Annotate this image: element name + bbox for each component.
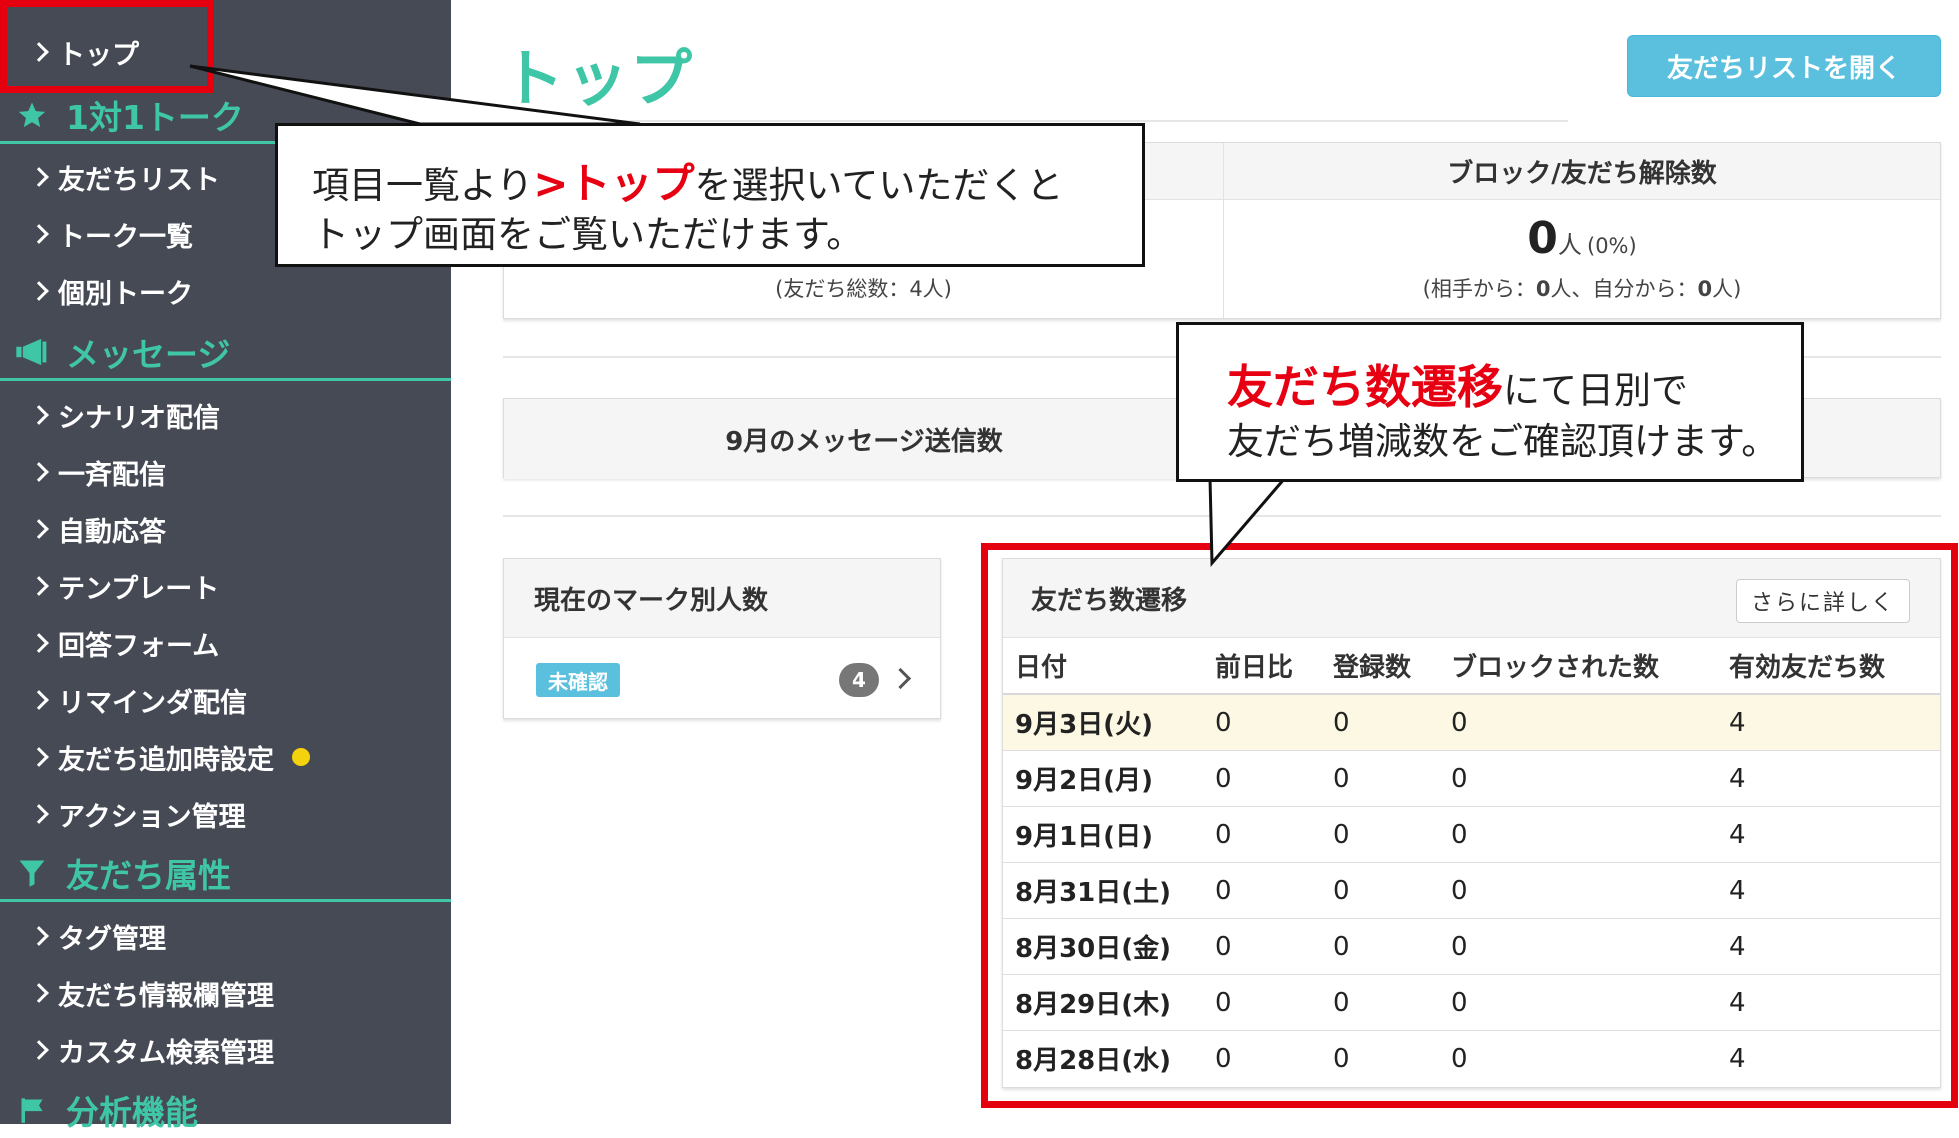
callout-text: 項目一覧より bbox=[312, 164, 534, 207]
callout-top-line2: トップ画面をご覧いただけます。 bbox=[312, 213, 864, 256]
callout-transition: 友だち数遷移にて日別で 友だち増減数をご確認頂けます。 bbox=[1176, 322, 1804, 482]
callout-text: を選択いていただくと bbox=[694, 164, 1064, 207]
callout-pointer-top bbox=[189, 64, 641, 126]
callout-top-line1: 項目一覧より>トップを選択いていただくと bbox=[312, 150, 1063, 211]
callout-transition-line1: 友だち数遷移にて日別で bbox=[1227, 351, 1688, 417]
callout-transition-line2: 友だち増減数をご確認頂けます。 bbox=[1227, 420, 1779, 463]
callout-top: 項目一覧より>トップを選択いていただくと トップ画面をご覧いただけます。 bbox=[275, 123, 1145, 267]
callout-pointer-transition bbox=[1208, 476, 1289, 567]
callout-text: にて日別で bbox=[1503, 369, 1688, 412]
callout-emphasis: 友だち数遷移 bbox=[1227, 360, 1503, 414]
callout-emphasis: >トップ bbox=[533, 159, 695, 208]
